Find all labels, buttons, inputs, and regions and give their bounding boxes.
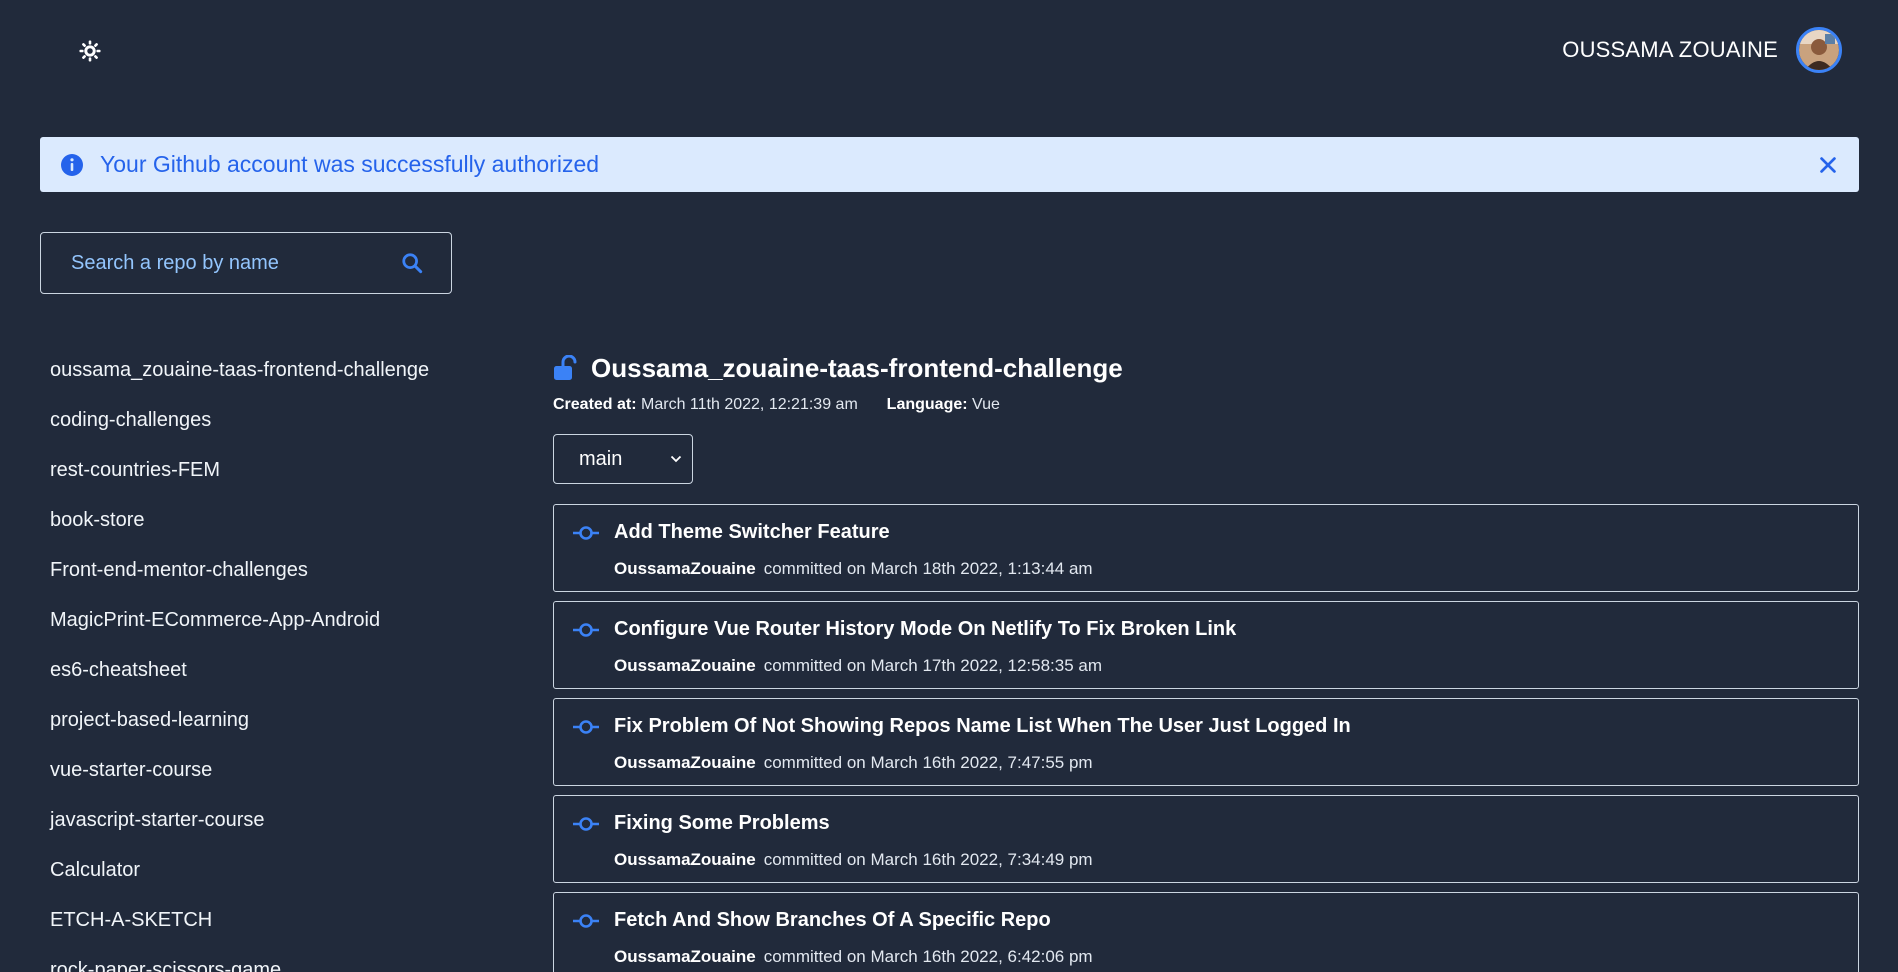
repo-detail: Oussama_zouaine-taas-frontend-challenge …	[553, 350, 1859, 972]
commit-date: committed on March 16th 2022, 7:34:49 pm	[763, 850, 1093, 869]
repo-title: Oussama_zouaine-taas-frontend-challenge	[591, 352, 1123, 383]
repo-meta: Created at: March 11th 2022, 12:21:39 am…	[553, 396, 1859, 414]
created-value: March 11th 2022, 12:21:39 am	[641, 396, 858, 413]
branch-selected-value: main	[579, 447, 623, 470]
repo-list-item[interactable]: project-based-learning	[50, 705, 429, 755]
commit-card[interactable]: Configure Vue Router History Mode On Net…	[553, 601, 1859, 689]
user-menu[interactable]: OUSSAMA ZOUAINE	[1562, 26, 1842, 74]
commit-message: Fetch And Show Branches Of A Specific Re…	[614, 909, 1051, 931]
commit-card[interactable]: Fixing Some Problems OussamaZouaine commi…	[553, 795, 1859, 883]
git-commit-icon	[573, 817, 599, 831]
repo-list: oussama_zouaine-taas-frontend-challenge …	[50, 355, 429, 972]
commit-author: OussamaZouaine	[614, 559, 756, 578]
commit-author: OussamaZouaine	[614, 656, 756, 675]
theme-toggle-icon[interactable]	[76, 37, 104, 65]
alert-message: Your Github account was successfully aut…	[100, 151, 600, 177]
commit-card[interactable]: Fetch And Show Branches Of A Specific Re…	[553, 892, 1859, 972]
commit-date: committed on March 16th 2022, 6:42:06 pm	[763, 947, 1093, 966]
avatar[interactable]	[1796, 27, 1842, 73]
language-value: Vue	[972, 396, 1000, 413]
git-commit-icon	[573, 623, 599, 637]
commit-message: Fix Problem Of Not Showing Repos Name Li…	[614, 715, 1351, 737]
commit-author: OussamaZouaine	[614, 753, 756, 772]
page: OUSSAMA ZOUAINE Your Github account was …	[0, 0, 1898, 972]
commit-info: OussamaZouaine committed on March 16th 20…	[614, 753, 1093, 773]
info-icon	[61, 153, 83, 176]
repo-header: Oussama_zouaine-taas-frontend-challenge	[553, 350, 1859, 386]
repo-list-item[interactable]: ETCH-A-SKETCH	[50, 905, 429, 955]
branch-select[interactable]: main	[553, 434, 693, 484]
repo-list-item[interactable]: javascript-starter-course	[50, 805, 429, 855]
search-input[interactable]	[71, 251, 401, 275]
commit-date: committed on March 17th 2022, 12:58:35 a…	[763, 656, 1103, 675]
git-commit-icon	[573, 526, 599, 540]
user-name: OUSSAMA ZOUAINE	[1562, 37, 1778, 62]
commit-author: OussamaZouaine	[614, 947, 756, 966]
commit-info: OussamaZouaine committed on March 18th 20…	[614, 559, 1093, 579]
commit-message: Configure Vue Router History Mode On Net…	[614, 618, 1237, 640]
git-commit-icon	[573, 914, 599, 928]
success-alert: Your Github account was successfully aut…	[40, 137, 1859, 192]
search-icon[interactable]	[401, 252, 423, 274]
commit-info: OussamaZouaine committed on March 16th 20…	[614, 947, 1093, 967]
commit-card[interactable]: Fix Problem Of Not Showing Repos Name Li…	[553, 698, 1859, 786]
repo-list-item[interactable]: rock-paper-scissors-game	[50, 955, 429, 972]
repo-list-item[interactable]: book-store	[50, 505, 429, 555]
commit-date: committed on March 16th 2022, 7:47:55 pm	[763, 753, 1093, 772]
chevron-down-icon	[670, 455, 682, 463]
commit-author: OussamaZouaine	[614, 850, 756, 869]
commit-message: Add Theme Switcher Feature	[614, 521, 890, 543]
repo-list-item[interactable]: rest-countries-FEM	[50, 455, 429, 505]
close-icon[interactable]	[1817, 154, 1839, 176]
repo-list-item[interactable]: oussama_zouaine-taas-frontend-challenge	[50, 355, 429, 405]
git-commit-icon	[573, 720, 599, 734]
commit-info: OussamaZouaine committed on March 17th 20…	[614, 656, 1102, 676]
repo-list-item[interactable]: coding-challenges	[50, 405, 429, 455]
commit-info: OussamaZouaine committed on March 16th 20…	[614, 850, 1093, 870]
created-label: Created at:	[553, 396, 637, 413]
commit-date: committed on March 18th 2022, 1:13:44 am	[763, 559, 1093, 578]
repo-search-box	[40, 232, 452, 294]
repo-list-item[interactable]: Calculator	[50, 855, 429, 905]
unlock-icon	[554, 355, 577, 380]
repo-list-item[interactable]: es6-cheatsheet	[50, 655, 429, 705]
repo-list-item[interactable]: MagicPrint-ECommerce-App-Android	[50, 605, 429, 655]
commit-list: Add Theme Switcher Feature OussamaZouain…	[553, 504, 1859, 972]
commit-card[interactable]: Add Theme Switcher Feature OussamaZouain…	[553, 504, 1859, 592]
language-label: Language:	[886, 396, 968, 413]
repo-list-item[interactable]: Front-end-mentor-challenges	[50, 555, 429, 605]
repo-list-item[interactable]: vue-starter-course	[50, 755, 429, 805]
commit-message: Fixing Some Problems	[614, 812, 830, 834]
